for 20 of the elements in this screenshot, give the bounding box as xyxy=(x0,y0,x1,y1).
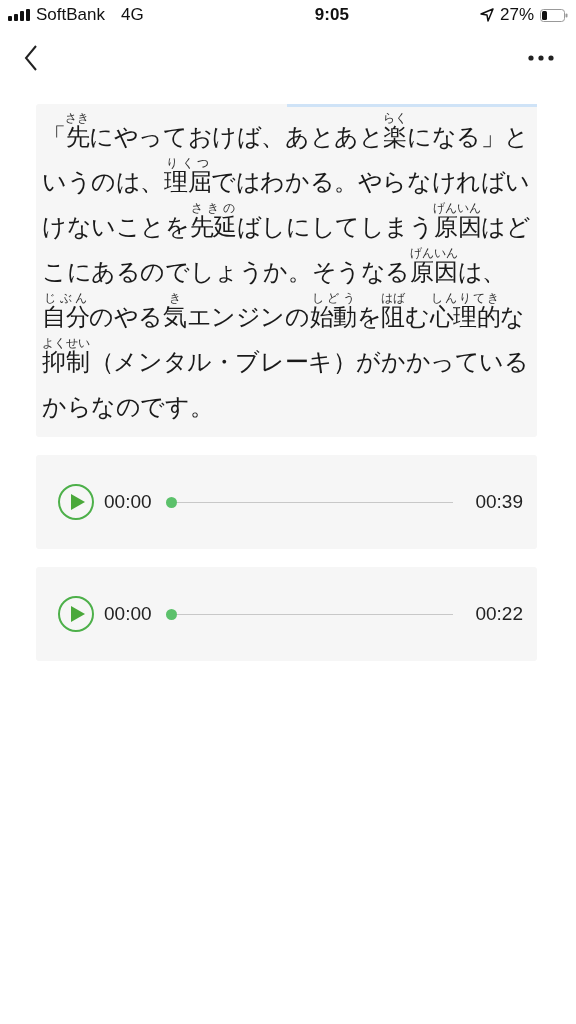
current-time: 00:00 xyxy=(104,603,152,625)
current-time: 00:00 xyxy=(104,491,152,513)
seek-thumb[interactable] xyxy=(165,496,177,508)
more-icon xyxy=(528,55,554,61)
signal-icon xyxy=(8,9,30,21)
play-icon xyxy=(70,494,85,510)
battery-icon xyxy=(540,8,568,22)
clock-time: 9:05 xyxy=(314,5,349,25)
passage-text: 「先 さき にやっておけば、あとあと 楽 らく になる」というのは、理屈 りくつ ではわかる。やらなければいけないことを先延 さきの ばしにしてしまう 原因 げんいん はどこにあるのでしょうか。そうなる 原因 げんいん は、 自分 じぶん のやる気 き エンジンの始動 しどう を阻 はば む心理的 しんりてき な 抑制 よくせい （メンタル・ブレーキ）がかかっているからなのです。 xyxy=(41,110,532,422)
play-button[interactable] xyxy=(58,596,94,632)
seek-thumb[interactable] xyxy=(165,608,177,620)
back-chevron-icon xyxy=(24,45,38,71)
play-icon xyxy=(70,606,85,622)
play-button[interactable] xyxy=(58,484,94,520)
duration-time: 00:39 xyxy=(475,491,523,513)
location-arrow-icon xyxy=(479,8,494,22)
carrier-name: SoftBank xyxy=(36,5,105,25)
battery-percent: 27% xyxy=(499,5,534,25)
network-type: 4G xyxy=(121,5,144,25)
duration-time: 00:22 xyxy=(475,603,523,625)
